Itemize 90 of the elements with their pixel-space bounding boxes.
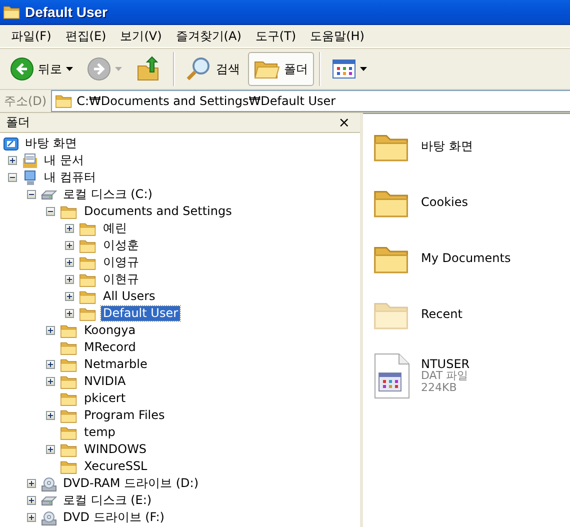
tree-item[interactable]: 내 컴퓨터 [42,170,98,185]
pane-title: 폴더 [6,114,30,131]
folder-icon [79,288,97,304]
tree-item[interactable]: All Users [101,289,158,304]
caret-icon [66,67,73,71]
tree-item[interactable]: 내 문서 [42,153,86,168]
folders-button[interactable]: 폴더 [248,52,314,86]
window-title: Default User [25,4,108,20]
tree-item[interactable]: 로컬 디스크 (C:) [61,187,154,202]
tree-item[interactable]: 로컬 디스크 (E:) [61,493,154,508]
tree-item[interactable]: DVD-RAM 드라이브 (D:) [61,476,200,491]
menu-item[interactable]: 파일(F) [4,28,58,44]
folder-icon [3,4,21,20]
folder-icon [60,356,78,372]
documents-icon [22,152,38,168]
tree-item[interactable]: Documents and Settings [82,204,234,219]
file-name[interactable]: NTUSER [421,358,470,370]
folder-icon [79,254,97,270]
file-name[interactable]: Recent [421,307,462,321]
menu-item[interactable]: 보기(V) [113,28,169,44]
folder-icon [60,458,78,474]
expand-toggle[interactable] [46,411,55,420]
folder-icon [60,322,78,338]
address-field[interactable]: C:₩Documents and Settings₩Default User [50,90,570,112]
data-file-icon [373,353,411,399]
address-label: 주소(D) [4,92,47,110]
file-name[interactable]: My Documents [421,251,511,265]
desktop-icon [3,136,19,152]
tree-item[interactable]: DVD 드라이브 (F:) [61,510,166,525]
tree-item[interactable]: WINDOWS [82,442,149,457]
tree-item[interactable]: 바탕 화면 [23,136,79,151]
folder-icon [60,442,78,458]
collapse-toggle[interactable] [8,173,17,182]
expand-toggle[interactable] [46,326,55,335]
expand-toggle[interactable] [46,360,55,369]
tree-item[interactable]: 이현규 [101,272,141,287]
collapse-toggle[interactable] [27,190,36,199]
search-icon [186,56,212,82]
folder-icon [60,204,78,220]
tree-item[interactable]: 이영규 [101,255,141,270]
expand-toggle[interactable] [46,377,55,386]
expand-toggle[interactable] [65,275,74,284]
tree-item[interactable]: NVIDIA [82,374,128,389]
expand-toggle[interactable] [27,479,36,488]
collapse-toggle[interactable] [46,207,55,216]
folder-icon [79,272,97,288]
expand-toggle[interactable] [46,445,55,454]
menu-item[interactable]: 즐겨찾기(A) [168,28,248,44]
tree-item[interactable]: Default User [101,306,180,321]
menu-item[interactable]: 도구(T) [248,28,304,44]
menu-item[interactable]: 도움말(H) [303,28,372,44]
computer-icon [22,170,38,186]
tree-item[interactable]: XecureSSL [82,459,150,474]
tree-item[interactable]: Program Files [82,408,167,423]
tree-item[interactable]: pkicert [82,391,128,406]
file-name[interactable]: 바탕 화면 [421,138,473,154]
tree-item[interactable]: MRecord [82,340,138,355]
expand-toggle[interactable] [65,241,74,250]
menu-item[interactable]: 편집(E) [58,28,114,44]
close-button[interactable]: × [336,116,352,130]
caret-icon [360,67,367,71]
file-name[interactable]: Cookies [421,195,468,209]
file-size: 224KB [421,382,458,394]
expand-toggle[interactable] [65,292,74,301]
views-icon [332,59,356,79]
folder-icon [54,93,73,109]
tree-item[interactable]: 예린 [101,221,129,236]
expand-toggle[interactable] [65,258,74,267]
expand-toggle[interactable] [27,496,36,505]
folder-icon [79,306,97,322]
file-type: DAT 파일 [421,370,470,382]
expand-toggle[interactable] [27,513,36,522]
tree-item[interactable]: Netmarble [82,357,150,372]
folder-icon [79,238,97,254]
expand-toggle[interactable] [8,156,17,165]
folder-icon [60,340,78,356]
tree-item[interactable]: temp [82,425,118,440]
expand-toggle[interactable] [65,309,74,318]
folder-icon [60,424,78,440]
folder-icon [60,390,78,406]
caret-icon [115,67,122,71]
search-button[interactable]: 검색 [180,52,246,86]
dvd-drive-icon [41,476,57,492]
folder-icon [60,374,78,390]
folder-icon [60,408,78,424]
folder-icon [79,220,97,236]
expand-toggle[interactable] [65,224,74,233]
tree-item[interactable]: Koongya [82,323,138,338]
tree-item[interactable]: 이성훈 [101,238,141,253]
back-button[interactable]: 뒤로 [4,52,79,86]
